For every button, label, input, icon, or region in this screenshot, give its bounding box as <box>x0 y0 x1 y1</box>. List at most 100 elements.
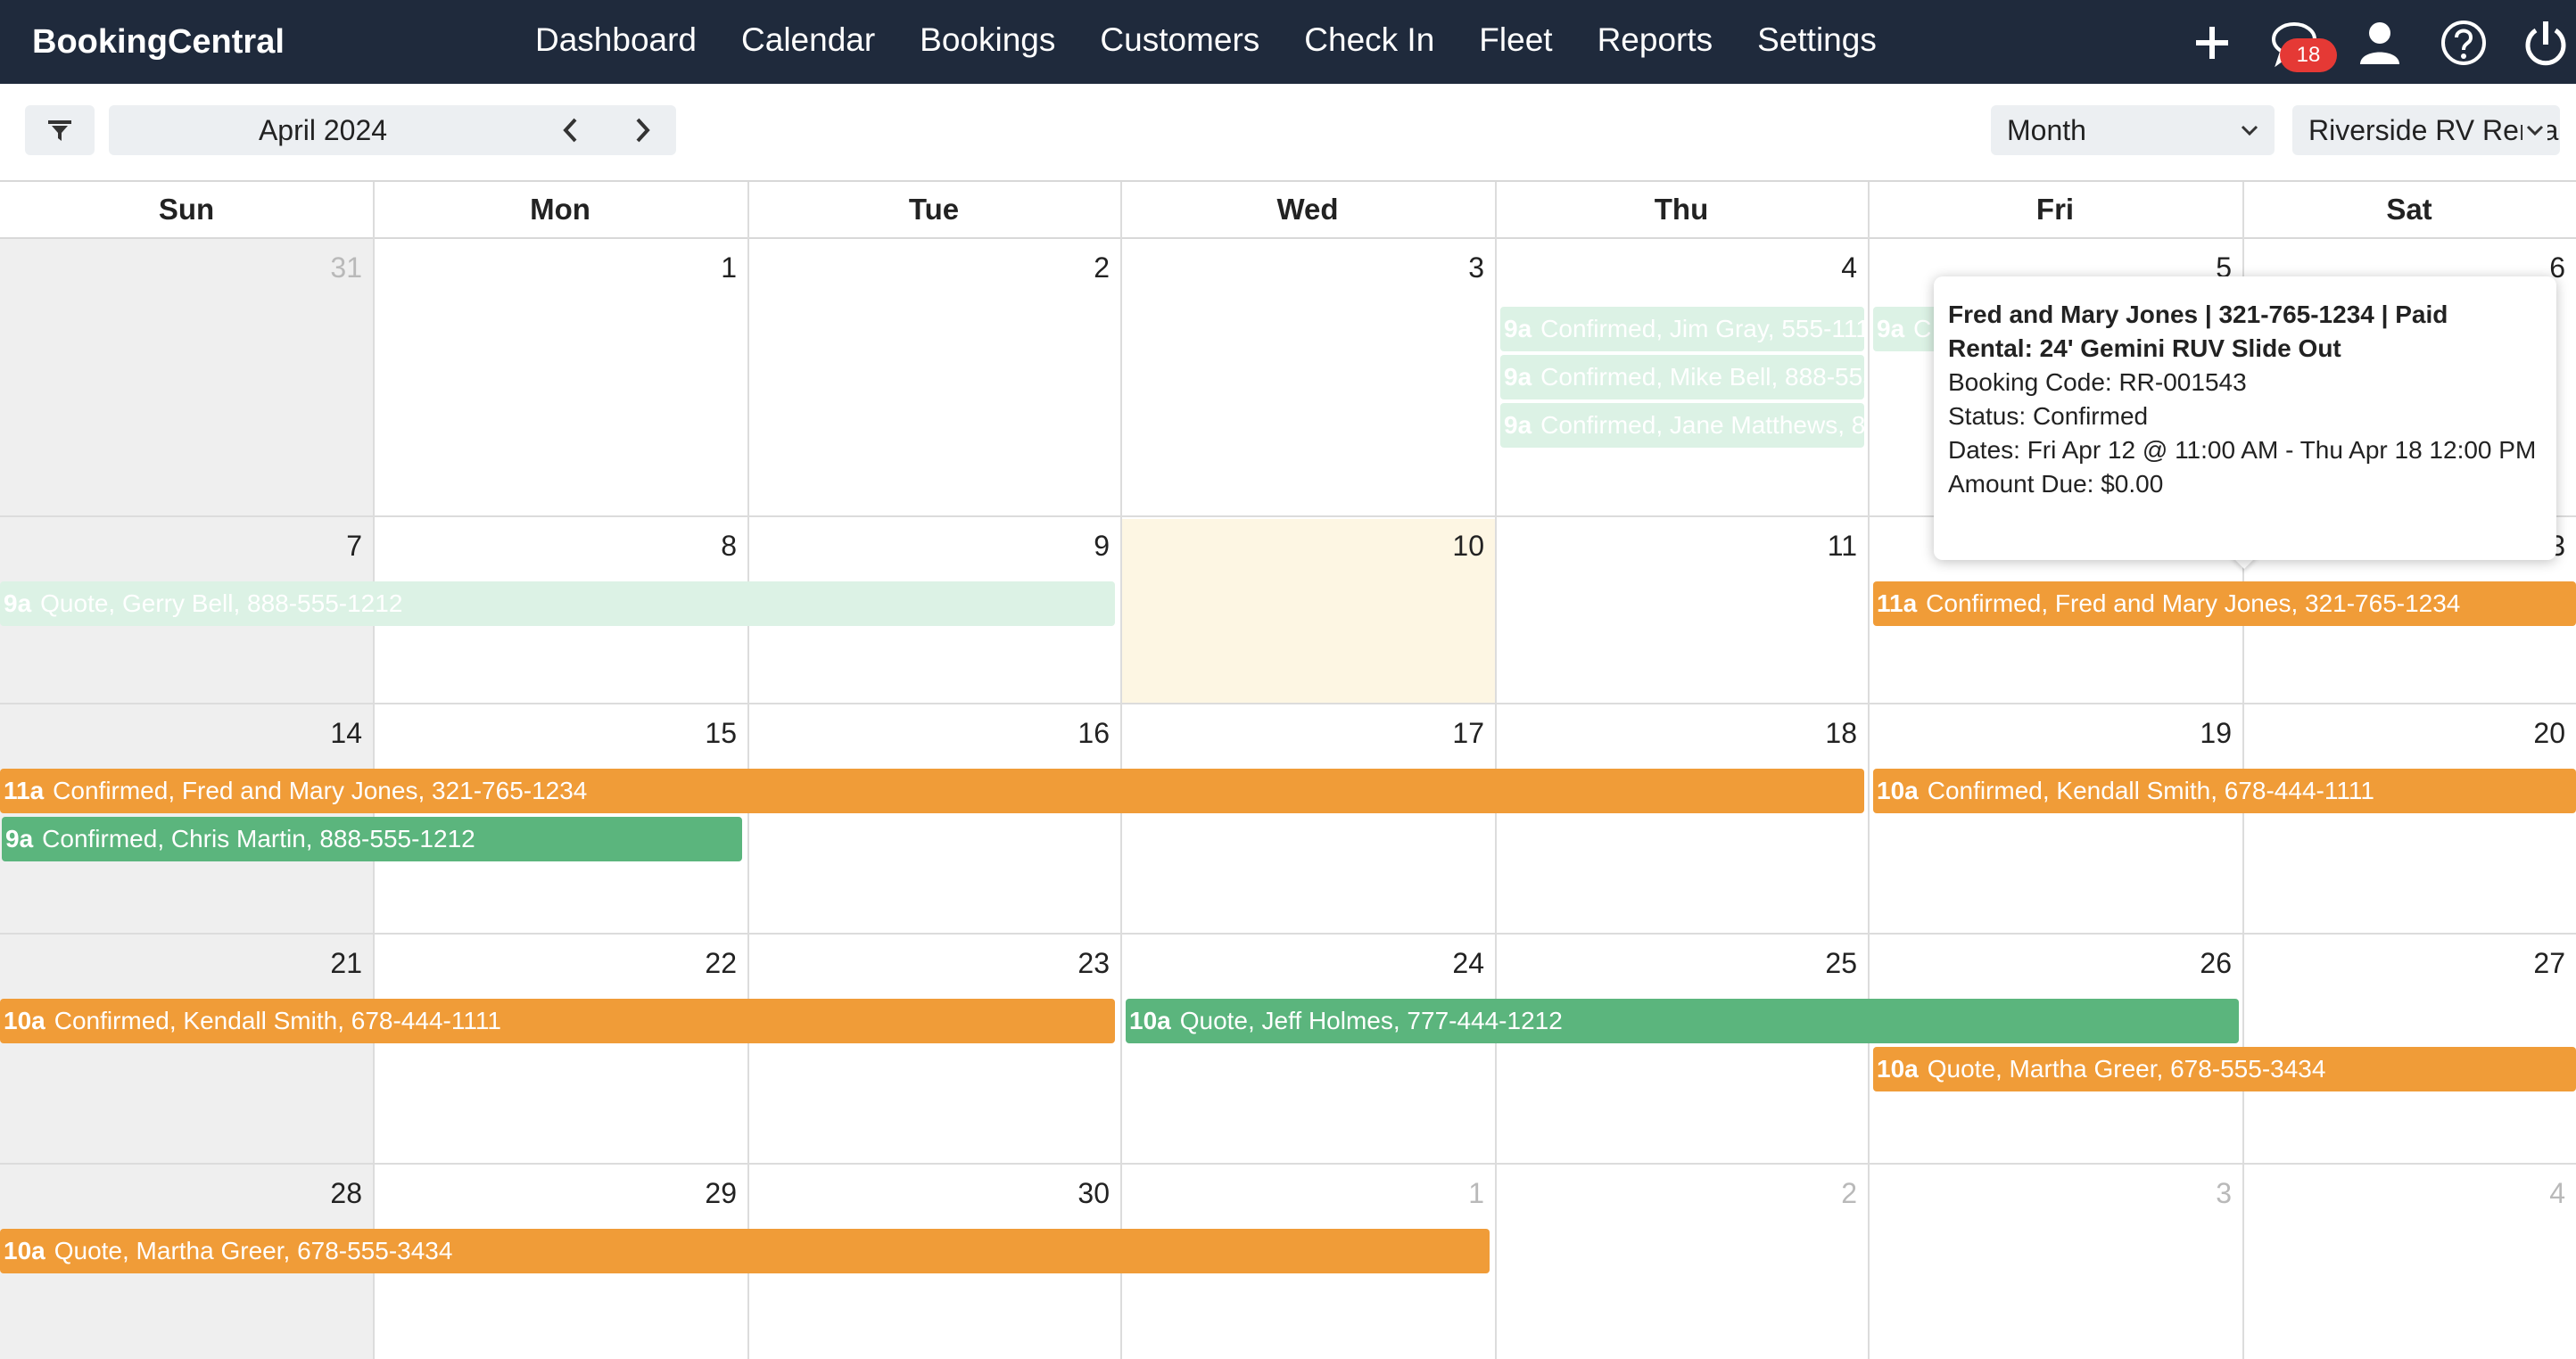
chevron-down-icon <box>2522 118 2547 143</box>
booking-event[interactable]: 9a Confirmed, Jim Gray, 555-111 <box>1500 307 1864 351</box>
day-number[interactable]: 22 <box>665 947 737 980</box>
event-label: Quote, Jeff Holmes, 777-444-1212 <box>1179 1007 1563 1034</box>
nav-customers[interactable]: Customers <box>1100 0 1259 84</box>
event-label: Quote, Martha Greer, 678-555-3434 <box>54 1237 453 1264</box>
day-number[interactable]: 26 <box>2160 947 2232 980</box>
tooltip-customer: Fred and Mary Jones | 321-765-1234 | Pai… <box>1948 301 2448 328</box>
day-number[interactable]: 9 <box>1038 530 1110 563</box>
booking-event[interactable]: 11a Confirmed, Fred and Mary Jones, 321-7… <box>1873 581 2576 626</box>
event-time: 9a <box>1877 315 1905 342</box>
nav-bookings[interactable]: Bookings <box>920 0 1055 84</box>
day-number[interactable]: 16 <box>1038 717 1110 750</box>
plus-icon[interactable] <box>2187 18 2237 68</box>
booking-event[interactable]: 11a Confirmed, Fred and Mary Jones, 321-7… <box>0 769 1864 813</box>
grid-row-line <box>0 703 2576 704</box>
event-label: C <box>1913 315 1932 342</box>
day-number[interactable]: 1 <box>665 251 737 284</box>
view-select-value: Month <box>2007 114 2086 146</box>
event-time: 10a <box>4 1237 45 1264</box>
event-label: Confirmed, Jim Gray, 555-111 <box>1540 315 1864 342</box>
nav-calendar[interactable]: Calendar <box>741 0 875 84</box>
day-number[interactable]: 30 <box>1038 1177 1110 1210</box>
booking-event[interactable]: 10a Confirmed, Kendall Smith, 678-444-111… <box>0 999 1115 1043</box>
nav-reports[interactable]: Reports <box>1598 0 1713 84</box>
booking-event[interactable]: 9a Confirmed, Mike Bell, 888-555 <box>1500 355 1864 399</box>
date-navigator: April 2024 <box>109 105 676 155</box>
booking-tooltip: Fred and Mary Jones | 321-765-1234 | Pai… <box>1934 276 2556 560</box>
event-time: 10a <box>1129 1007 1171 1034</box>
weekday-wed: Wed <box>1276 193 1339 226</box>
day-number[interactable]: 11 <box>1786 530 1857 563</box>
event-time: 9a <box>5 825 34 852</box>
day-number[interactable]: 15 <box>665 717 737 750</box>
day-number[interactable]: 19 <box>2160 717 2232 750</box>
day-number[interactable]: 10 <box>1413 530 1484 563</box>
day-number[interactable]: 24 <box>1413 947 1484 980</box>
user-icon[interactable] <box>2355 18 2405 68</box>
day-number[interactable]: 20 <box>2494 717 2565 750</box>
booking-event[interactable]: 9a Confirmed, Jane Matthews, 8 <box>1500 403 1864 448</box>
event-time: 10a <box>4 1007 45 1034</box>
power-icon[interactable] <box>2521 18 2571 68</box>
day-number[interactable]: 21 <box>291 947 362 980</box>
booking-event[interactable]: 10a Quote, Martha Greer, 678-555-3434 <box>1873 1047 2576 1091</box>
nav-settings[interactable]: Settings <box>1757 0 1877 84</box>
prev-month-button[interactable] <box>539 105 601 155</box>
main-nav: Dashboard Calendar Bookings Customers Ch… <box>535 0 1921 84</box>
event-label: Confirmed, Mike Bell, 888-555 <box>1540 363 1864 391</box>
chevron-right-icon <box>636 118 650 143</box>
view-select[interactable]: Month <box>1991 105 2275 155</box>
notification-badge[interactable]: 18 <box>2280 38 2337 72</box>
booking-event[interactable]: 9a Confirmed, Chris Martin, 888-555-1212 <box>2 817 742 861</box>
day-number[interactable]: 27 <box>2494 947 2565 980</box>
day-number[interactable]: 4 <box>2494 1177 2565 1210</box>
chevron-down-icon <box>2241 125 2258 136</box>
tooltip-rental: Rental: 24' Gemini RUV Slide Out <box>1948 334 2341 362</box>
event-label: Confirmed, Jane Matthews, 8 <box>1540 411 1864 439</box>
nav-dashboard[interactable]: Dashboard <box>535 0 697 84</box>
day-number[interactable]: 14 <box>291 717 362 750</box>
next-month-button[interactable] <box>610 105 673 155</box>
location-select[interactable]: Riverside RV Rentals <box>2292 105 2560 155</box>
event-label: Confirmed, Fred and Mary Jones, 321-765-… <box>53 777 588 804</box>
weekday-sun: Sun <box>158 193 215 226</box>
day-number[interactable]: 8 <box>665 530 737 563</box>
day-number[interactable]: 2 <box>1038 251 1110 284</box>
nav-fleet[interactable]: Fleet <box>1479 0 1552 84</box>
day-number[interactable]: 4 <box>1786 251 1857 284</box>
day-number[interactable]: 7 <box>291 530 362 563</box>
booking-event[interactable]: 9a Quote, Gerry Bell, 888-555-1212 <box>0 581 1115 626</box>
day-number[interactable]: 31 <box>291 251 362 284</box>
day-number[interactable]: 28 <box>291 1177 362 1210</box>
day-number[interactable]: 17 <box>1413 717 1484 750</box>
day-number[interactable]: 3 <box>1413 251 1484 284</box>
event-time: 10a <box>1877 1055 1919 1083</box>
booking-event[interactable]: 10a Quote, Martha Greer, 678-555-3434 <box>0 1229 1490 1273</box>
day-number[interactable]: 29 <box>665 1177 737 1210</box>
event-label: Confirmed, Kendall Smith, 678-444-1111 <box>1927 777 2374 804</box>
booking-event[interactable]: 10a Confirmed, Kendall Smith, 678-444-111… <box>1873 769 2576 813</box>
tooltip-status: Status: Confirmed <box>1948 402 2149 430</box>
event-time: 11a <box>4 777 45 804</box>
event-time: 10a <box>1877 777 1919 804</box>
day-number[interactable]: 18 <box>1786 717 1857 750</box>
weekday-sat: Sat <box>2386 193 2432 226</box>
day-number[interactable]: 23 <box>1038 947 1110 980</box>
event-time: 9a <box>1504 315 1532 342</box>
day-number[interactable]: 3 <box>2160 1177 2232 1210</box>
grid-column-line <box>1868 182 1870 1359</box>
nav-check-in[interactable]: Check In <box>1304 0 1434 84</box>
filter-button[interactable] <box>25 105 95 155</box>
tooltip-dates: Dates: Fri Apr 12 @ 11:00 AM - Thu Apr 1… <box>1948 436 2537 464</box>
day-number[interactable]: 25 <box>1786 947 1857 980</box>
help-icon[interactable] <box>2439 18 2489 68</box>
event-label: Quote, Martha Greer, 678-555-3434 <box>1927 1055 2326 1083</box>
day-number[interactable]: 2 <box>1786 1177 1857 1210</box>
event-label: Confirmed, Fred and Mary Jones, 321-765-… <box>1926 589 2461 617</box>
day-number[interactable]: 1 <box>1413 1177 1484 1210</box>
current-period: April 2024 <box>258 114 388 146</box>
event-time: 9a <box>4 589 32 617</box>
tooltip-amount-due: Amount Due: $0.00 <box>1948 470 2164 498</box>
app-logo[interactable]: BookingCentral <box>32 0 285 84</box>
booking-event[interactable]: 10a Quote, Jeff Holmes, 777-444-1212 <box>1126 999 2239 1043</box>
